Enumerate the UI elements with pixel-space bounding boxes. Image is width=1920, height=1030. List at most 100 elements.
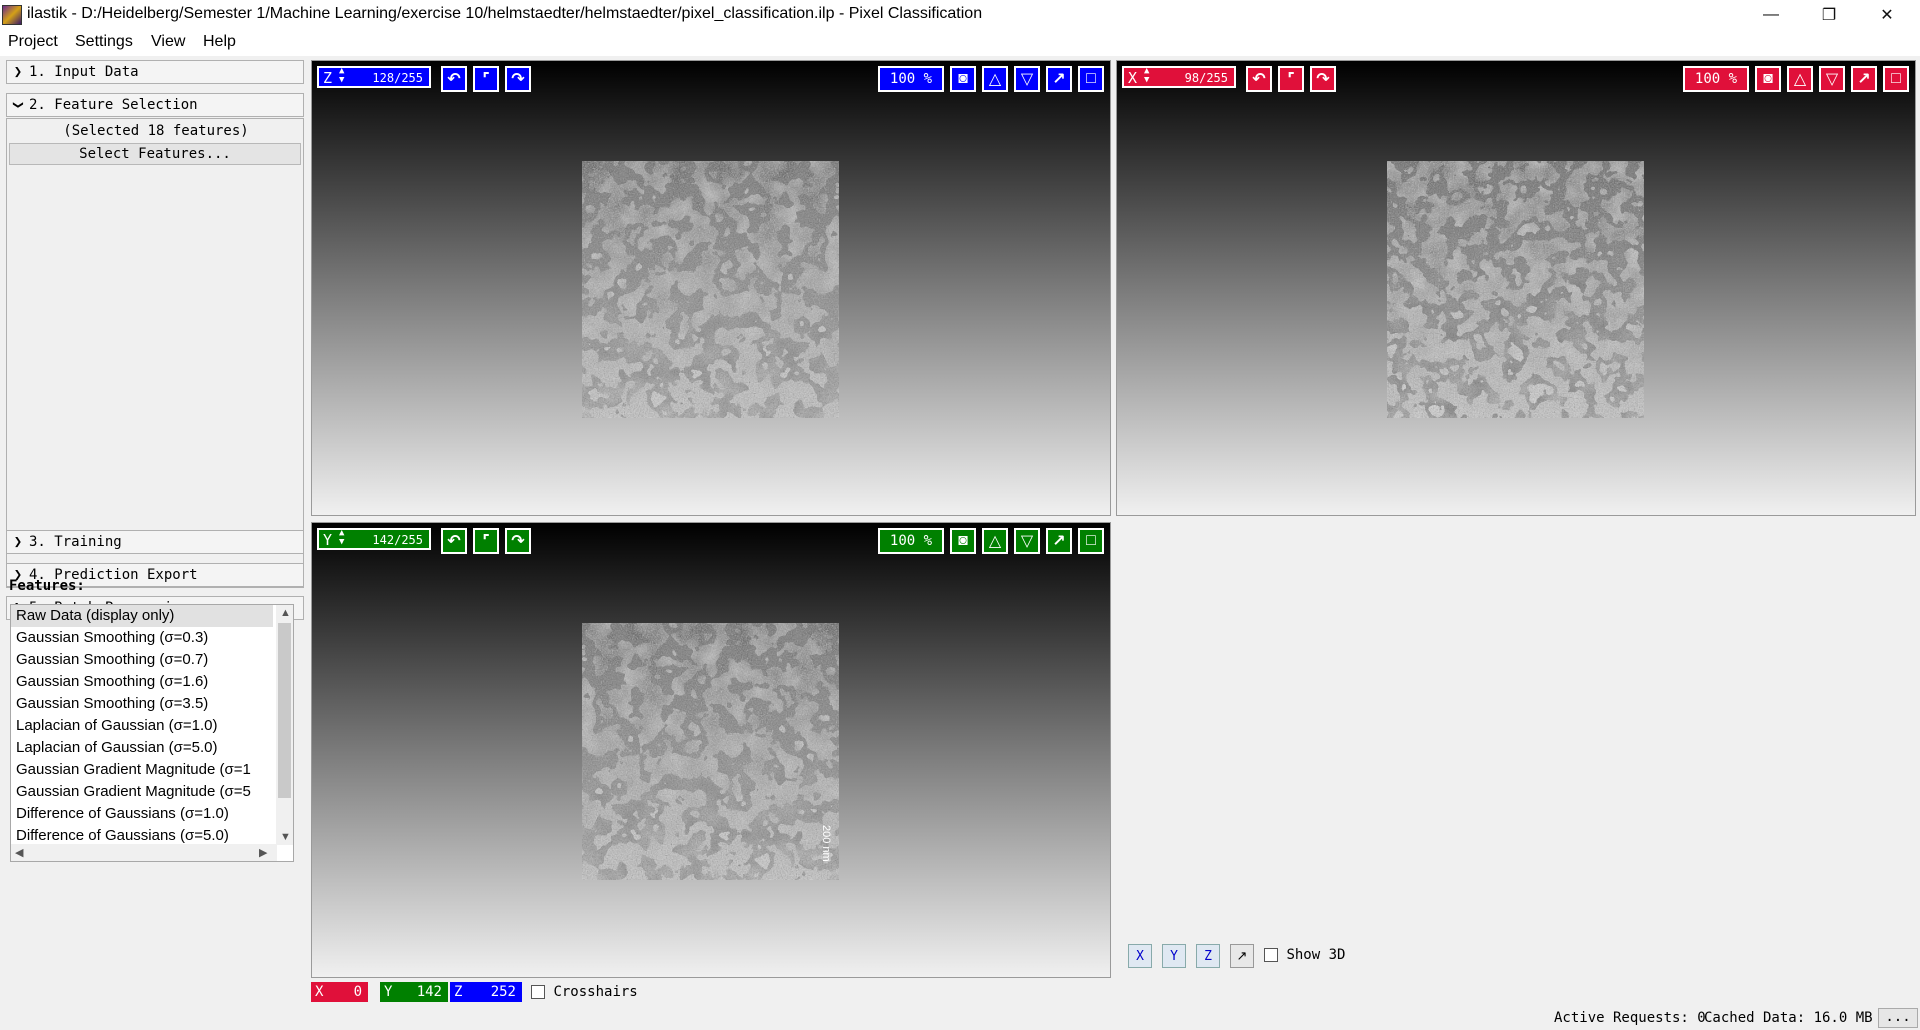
scrollbar-thumb[interactable] [278, 623, 291, 798]
vertical-scrollbar[interactable]: ▲ ▼ [276, 605, 293, 845]
viewer-x[interactable]: X ▲ ▼ 98/255 ↶ ⌜ ↷ 100 % ◙ △ ▽ ↗ □ [1116, 60, 1916, 516]
chevron-right-icon: ❯ [13, 534, 23, 550]
applet-label: 2. Feature Selection [29, 97, 198, 113]
slice-up-icon[interactable]: △ [1787, 66, 1813, 92]
feature-selection-panel: (Selected 18 features) Select Features..… [6, 118, 304, 588]
view-z-button[interactable]: Z [1196, 944, 1220, 968]
minimize-button[interactable]: — [1748, 0, 1794, 30]
chevron-down-icon: ❯ [10, 100, 26, 110]
slice-selector-z[interactable]: Z ▲ ▼ 128/255 [317, 66, 431, 88]
scale-bar-label: 200 nm [820, 825, 832, 862]
em-image-x[interactable] [1387, 161, 1644, 418]
slice-selector-y[interactable]: Y ▲ ▼ 142/255 [317, 528, 431, 550]
show-3d-toggle[interactable]: Show 3D [1264, 947, 1345, 963]
em-image-z[interactable] [582, 161, 839, 418]
crosshairs-toggle[interactable]: Crosshairs [531, 984, 638, 1000]
restore-button[interactable]: ❐ [1806, 0, 1852, 30]
feature-list-item[interactable]: Difference of Gaussians (σ=1.0) [11, 803, 273, 825]
spin-arrows-icon[interactable]: ▲ ▼ [339, 529, 344, 547]
rotate-right-button[interactable]: ↷ [505, 66, 531, 92]
position-z[interactable]: Z 252 [450, 982, 522, 1002]
zoom-level-x[interactable]: 100 % [1683, 66, 1749, 92]
rotate-right-button[interactable]: ↷ [1310, 66, 1336, 92]
em-image-y[interactable] [582, 623, 839, 880]
slice-value-x: 98/255 [1184, 71, 1228, 85]
camera-icon[interactable]: ◙ [950, 66, 976, 92]
rotate-left-button[interactable]: ↶ [441, 66, 467, 92]
rotate-left-button[interactable]: ↶ [441, 528, 467, 554]
maximize-icon[interactable]: ↗ [1851, 66, 1877, 92]
horizontal-scrollbar[interactable]: ◀ ▶ [11, 844, 277, 861]
rotate-right-button[interactable]: ↷ [505, 528, 531, 554]
ilastik-logo-icon [2, 5, 22, 25]
axis-label-z: Z [323, 69, 333, 87]
applet-label: 3. Training [29, 534, 122, 550]
status-bar: Active Requests: 0 Cached Data: 16.0 MB … [0, 1006, 1920, 1030]
position-z-value: 252 [490, 984, 516, 1000]
axis-label-y: Y [323, 531, 333, 549]
more-button[interactable]: ... [1878, 1008, 1918, 1028]
swap-axes-button[interactable]: ⌜ [473, 528, 499, 554]
position-y[interactable]: Y 142 [380, 982, 448, 1002]
feature-list-item[interactable]: Gaussian Gradient Magnitude (σ=1 [11, 759, 273, 781]
scroll-right-icon[interactable]: ▶ [259, 846, 267, 859]
close-button[interactable]: ✕ [1864, 0, 1910, 30]
slice-selector-x[interactable]: X ▲ ▼ 98/255 [1122, 66, 1236, 88]
camera-icon[interactable]: ◙ [1755, 66, 1781, 92]
show-3d-label: Show 3D [1286, 947, 1346, 963]
maximize-icon[interactable]: ↗ [1046, 66, 1072, 92]
crosshairs-checkbox[interactable] [531, 985, 545, 999]
slice-up-icon[interactable]: △ [982, 528, 1008, 554]
axis-label-x: X [1128, 69, 1138, 87]
fullscreen-icon[interactable]: □ [1883, 66, 1909, 92]
maximize-icon[interactable]: ↗ [1046, 528, 1072, 554]
view-x-button[interactable]: X [1128, 944, 1152, 968]
slice-down-icon[interactable]: ▽ [1014, 66, 1040, 92]
spin-arrows-icon[interactable]: ▲ ▼ [1144, 67, 1149, 85]
feature-list-item[interactable]: Laplacian of Gaussian (σ=5.0) [11, 737, 273, 759]
feature-list-item[interactable]: Raw Data (display only) [11, 605, 273, 627]
rotate-left-button[interactable]: ↶ [1246, 66, 1272, 92]
position-z-label: Z [454, 984, 463, 1000]
select-features-button[interactable]: Select Features... [9, 143, 301, 165]
swap-axes-button[interactable]: ⌜ [1278, 66, 1304, 92]
feature-list-item[interactable]: Gaussian Smoothing (σ=1.6) [11, 671, 273, 693]
show-3d-checkbox[interactable] [1264, 948, 1278, 962]
features-list[interactable]: Raw Data (display only) Gaussian Smoothin… [10, 604, 294, 862]
viewer-z[interactable]: Z ▲ ▼ 128/255 ↶ ⌜ ↷ 100 % ◙ △ ▽ ↗ □ [311, 60, 1111, 516]
scroll-left-icon[interactable]: ◀ [15, 846, 23, 859]
scroll-up-icon[interactable]: ▲ [280, 607, 291, 619]
feature-list-item[interactable]: Laplacian of Gaussian (σ=1.0) [11, 715, 273, 737]
menu-bar: Project Settings View Help [0, 30, 1920, 56]
feature-list-item[interactable]: Gaussian Smoothing (σ=3.5) [11, 693, 273, 715]
crosshairs-label: Crosshairs [553, 984, 638, 1000]
zoom-level-z[interactable]: 100 % [878, 66, 944, 92]
view-y-button[interactable]: Y [1162, 944, 1186, 968]
feature-list-item[interactable]: Gaussian Smoothing (σ=0.3) [11, 627, 273, 649]
slice-down-icon[interactable]: ▽ [1014, 528, 1040, 554]
fullscreen-icon[interactable]: □ [1078, 66, 1104, 92]
slice-down-icon[interactable]: ▽ [1819, 66, 1845, 92]
menu-view[interactable]: View [151, 33, 185, 51]
applet-feature-selection[interactable]: ❯ 2. Feature Selection [6, 93, 304, 117]
menu-help[interactable]: Help [203, 33, 236, 51]
menu-settings[interactable]: Settings [75, 33, 133, 51]
applet-input-data[interactable]: ❯ 1. Input Data [6, 60, 304, 84]
menu-project[interactable]: Project [8, 33, 58, 51]
window-title: ilastik - D:/Heidelberg/Semester 1/Machi… [27, 5, 983, 22]
position-y-value: 142 [416, 984, 442, 1000]
fullscreen-icon[interactable]: □ [1078, 528, 1104, 554]
zoom-level-y[interactable]: 100 % [878, 528, 944, 554]
title-bar: ilastik - D:/Heidelberg/Semester 1/Machi… [0, 0, 1920, 30]
position-x[interactable]: X 0 [311, 982, 368, 1002]
viewer-y[interactable]: Y ▲ ▼ 142/255 ↶ ⌜ ↷ 100 % ◙ △ ▽ ↗ □ 200 n… [311, 522, 1111, 978]
slice-up-icon[interactable]: △ [982, 66, 1008, 92]
arrow-icon[interactable]: ↗ [1230, 944, 1254, 968]
swap-axes-button[interactable]: ⌜ [473, 66, 499, 92]
scroll-down-icon[interactable]: ▼ [280, 831, 291, 843]
feature-list-item[interactable]: Gaussian Smoothing (σ=0.7) [11, 649, 273, 671]
spin-arrows-icon[interactable]: ▲ ▼ [339, 67, 344, 85]
feature-list-item[interactable]: Gaussian Gradient Magnitude (σ=5 [11, 781, 273, 803]
applet-training[interactable]: ❯ 3. Training [6, 530, 304, 554]
camera-icon[interactable]: ◙ [950, 528, 976, 554]
